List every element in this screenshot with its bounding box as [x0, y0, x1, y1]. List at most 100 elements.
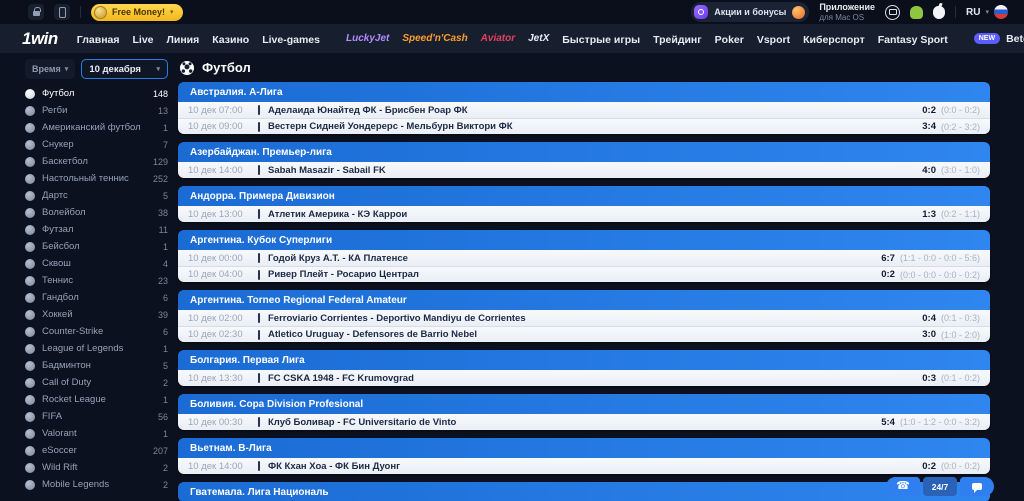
mobile-version-button[interactable]	[54, 4, 70, 20]
gift-icon	[694, 5, 709, 19]
match-row[interactable]: 10 дек 02:00 Ferroviario Corrientes - De…	[178, 310, 990, 326]
sidebar-sport-item[interactable]: Mobile Legends 2	[25, 476, 168, 493]
free-money-badge[interactable]: Free Money! ▾	[91, 3, 183, 21]
league-header[interactable]: Болгария. Первая Лига	[178, 350, 990, 370]
sidebar-sport-item[interactable]: Rocket League 1	[25, 391, 168, 408]
nav-link[interactable]: Быстрые игры	[562, 34, 640, 46]
time-filter-label: Время	[32, 64, 61, 74]
match-row[interactable]: 10 дек 04:00 Ривер Плейт - Росарио Центр…	[178, 266, 990, 282]
nav-link[interactable]: Трейдинг	[653, 34, 702, 46]
league-header[interactable]: Азербайджан. Премьер-лига	[178, 142, 990, 162]
secure-connection-button[interactable]	[28, 4, 44, 20]
match-row[interactable]: 10 дек 13:00 Атлетик Америка - КЭ Каррои…	[178, 206, 990, 222]
american-football-icon	[25, 122, 35, 133]
sport-name: Футзал	[42, 224, 74, 235]
chat-support-button[interactable]	[960, 477, 994, 496]
sidebar-sport-item[interactable]: Бадминтон 5	[25, 357, 168, 374]
nav-link[interactable]: Live	[133, 34, 154, 46]
promos-button[interactable]: Акции и бонусы	[691, 2, 810, 22]
support-24-7-button[interactable]: 24/7	[923, 477, 957, 496]
nav-link[interactable]: Vsport	[757, 34, 790, 46]
match-row[interactable]: 10 дек 00:30 Клуб Боливар - FC Universit…	[178, 414, 990, 430]
league-section: Аргентина. Кубок Суперлиги 10 дек 00:00 …	[178, 230, 990, 282]
sport-name: Футбол	[42, 88, 75, 99]
desktop-app-icon[interactable]	[885, 4, 901, 20]
match-score: 1:3	[922, 208, 936, 220]
sidebar-sport-item[interactable]: Wild Rift 2	[25, 459, 168, 476]
sport-count: 1	[162, 394, 168, 405]
nav-link[interactable]: Главная	[77, 34, 120, 46]
sidebar-sport-item[interactable]: Valorant 1	[25, 425, 168, 442]
sidebar-sport-item[interactable]: Counter-Strike 6	[25, 323, 168, 340]
league-section: Гватемала. Лига Националь	[178, 482, 990, 501]
league-header[interactable]: Андорра. Примера Дивизион	[178, 186, 990, 206]
nav-link[interactable]: Линия	[167, 34, 200, 46]
match-row[interactable]: 10 дек 02:30 Atletico Uruguay - Defensor…	[178, 326, 990, 342]
match-row[interactable]: 10 дек 14:00 ФК Кхан Хоа - ФК Бин Дуонг …	[178, 458, 990, 474]
sport-name: Теннис	[42, 275, 74, 286]
sidebar-sport-item[interactable]: eSoccer 207	[25, 442, 168, 459]
match-row[interactable]: 10 дек 09:00 Вестерн Сидней Уондерерс - …	[178, 118, 990, 134]
leagues-list: Австралия. А-Лига 10 дек 07:00 Аделаида …	[178, 82, 990, 501]
nav-link[interactable]: Poker	[715, 34, 744, 46]
divider	[258, 209, 260, 219]
nav-link[interactable]: Live-games	[262, 34, 320, 46]
sidebar-sport-item[interactable]: Американский футбол 1	[25, 119, 168, 136]
league-header[interactable]: Вьетнам. В-Лига	[178, 438, 990, 458]
sidebar-sport-item[interactable]: Хоккей 39	[25, 306, 168, 323]
sidebar-sport-item[interactable]: Футзал 11	[25, 221, 168, 238]
league-matches: 10 дек 07:00 Аделаида Юнайтед ФК - Брисб…	[178, 102, 990, 134]
sidebar-sport-item[interactable]: Регби 13	[25, 102, 168, 119]
jetx-logo[interactable]: JetX	[528, 33, 549, 44]
sidebar-sport-item[interactable]: Футбол 148	[25, 85, 168, 102]
lucky-jet-logo[interactable]: LuckyJet	[346, 33, 389, 44]
league-of-legends-icon	[25, 343, 35, 354]
match-row[interactable]: 10 дек 14:00 Sabah Masazir - Sabail FK 4…	[178, 162, 990, 178]
league-header[interactable]: Боливия. Copa Division Profesional	[178, 394, 990, 414]
date-filter-dropdown[interactable]: 10 декабря ▾	[81, 59, 168, 79]
sidebar-sport-item[interactable]: Дартс 5	[25, 187, 168, 204]
sidebar-sport-item[interactable]: Бейсбол 1	[25, 238, 168, 255]
match-row[interactable]: 10 дек 13:30 FC CSKA 1948 - FC Krumovgra…	[178, 370, 990, 386]
nav-link-betgames[interactable]: Betgames	[1006, 33, 1024, 45]
sidebar-sport-item[interactable]: Баскетбол 129	[25, 153, 168, 170]
time-filter-button[interactable]: Время ▾	[25, 59, 76, 79]
sidebar-sport-item[interactable]: Теннис 23	[25, 272, 168, 289]
match-periods: (0:2 - 3:2)	[940, 121, 980, 132]
league-header[interactable]: Аргентина. Torneo Regional Federal Amate…	[178, 290, 990, 310]
sidebar-sport-item[interactable]: Call of Duty 2	[25, 374, 168, 391]
sidebar-sport-item[interactable]: FIFA 56	[25, 408, 168, 425]
match-teams: Аделаида Юнайтед ФК - Брисбен Роар ФК	[268, 104, 468, 116]
nav-link[interactable]: Fantasy Sport	[878, 34, 948, 46]
page-title-label: Футбол	[202, 60, 251, 75]
sidebar-sport-item[interactable]: Волейбол 38	[25, 204, 168, 221]
match-datetime: 10 дек 07:00	[188, 104, 243, 116]
language-selector[interactable]: RU ▾	[966, 5, 1008, 19]
league-header[interactable]: Гватемала. Лига Националь	[178, 482, 990, 501]
sidebar-sport-item[interactable]: Настольный теннис 252	[25, 170, 168, 187]
phone-support-button[interactable]: ☎	[886, 477, 920, 496]
sidebar-sport-item[interactable]: Снукер 7	[25, 136, 168, 153]
match-row[interactable]: 10 дек 00:00 Годой Круз А.Т. - КА Платен…	[178, 250, 990, 266]
match-row[interactable]: 10 дек 07:00 Аделаида Юнайтед ФК - Брисб…	[178, 102, 990, 118]
sidebar-sport-item[interactable]: League of Legends 1	[25, 340, 168, 357]
sidebar-sport-item[interactable]: Сквош 4	[25, 255, 168, 272]
league-header[interactable]: Австралия. А-Лига	[178, 82, 990, 102]
sport-count: 6	[162, 292, 168, 303]
sidebar-sport-item[interactable]: Гандбол 6	[25, 289, 168, 306]
match-teams: ФК Кхан Хоа - ФК Бин Дуонг	[268, 460, 401, 472]
aviator-logo[interactable]: Aviator	[481, 33, 515, 44]
apple-icon[interactable]	[933, 5, 946, 19]
1win-logo[interactable]: 1win	[22, 29, 58, 49]
sport-count: 56	[157, 411, 168, 422]
divider	[258, 105, 260, 115]
nav-link[interactable]: Казино	[212, 34, 249, 46]
match-teams: Sabah Masazir - Sabail FK	[268, 164, 386, 176]
sport-name: Гандбол	[42, 292, 79, 303]
hockey-icon	[25, 309, 35, 320]
nav-link[interactable]: Киберспорт	[803, 34, 865, 46]
league-header[interactable]: Аргентина. Кубок Суперлиги	[178, 230, 990, 250]
android-icon[interactable]	[910, 5, 924, 19]
speed-n-cash-logo[interactable]: Speed'n'Cash	[402, 33, 467, 44]
sport-count: 1	[162, 343, 168, 354]
